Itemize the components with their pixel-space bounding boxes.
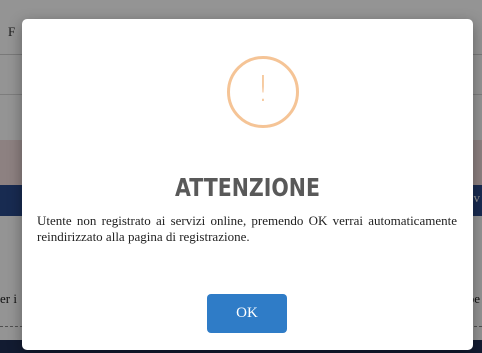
alert-dialog: ! ATTENZIONE Utente non registrato ai se… [22,19,473,350]
exclamation-mark: ! [255,69,271,110]
dialog-message: Utente non registrato ai servizi online,… [37,213,457,244]
ok-button[interactable]: OK [207,294,287,333]
dialog-title: ATTENZIONE [175,173,320,202]
warning-icon: ! [227,56,299,128]
